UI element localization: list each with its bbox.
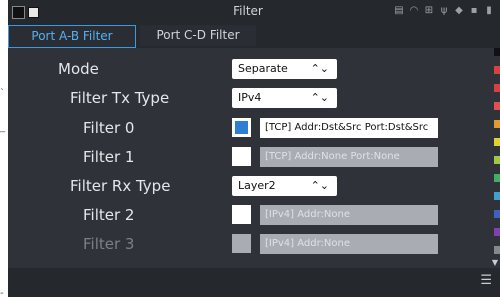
status-icons: ▤ ◠ ⊞ ψ ◆ ▪ ▮ [394, 5, 494, 17]
color-swatch [494, 48, 500, 56]
filter-rx-type-label: Filter Rx Type [70, 177, 171, 195]
margin-mark-2: _ [0, 122, 5, 133]
device-icon: ▤ [394, 5, 404, 16]
color-swatch [494, 66, 500, 74]
color-swatch [494, 102, 500, 110]
color-swatch [494, 84, 500, 92]
color-swatch [494, 138, 500, 146]
filter-3-checkbox [232, 234, 251, 253]
tool-icon: ◆ [455, 5, 463, 16]
color-swatch [494, 174, 500, 182]
filter-3-field: [IPv4] Addr:None [260, 234, 438, 254]
color-swatch [494, 228, 500, 236]
filter-2-checkbox[interactable] [232, 205, 251, 224]
tab-port-c-d-filter[interactable]: Port C-D Filter [140, 25, 256, 46]
save-icon: ▪ [470, 5, 478, 16]
filter-tx-type-label: Filter Tx Type [70, 89, 170, 107]
device-screen: Filter ▤ ◠ ⊞ ψ ◆ ▪ ▮ Port A-B Filter Por… [8, 0, 500, 297]
filter-0-label: Filter 0 [83, 119, 135, 137]
scroll-down-icon[interactable]: ▼ [492, 258, 498, 267]
margin-mark-1: ` [0, 88, 5, 99]
filter-tx-type-select[interactable]: IPv4 ⌃⌄ [232, 88, 337, 108]
filter-1-label: Filter 1 [83, 148, 135, 166]
filter-rx-type-row: Filter Rx Type Layer2 ⌃⌄ [8, 174, 478, 198]
tab-port-a-b-filter[interactable]: Port A-B Filter [8, 25, 136, 48]
menu-icon[interactable]: ☰ [480, 273, 492, 288]
mode-value: Separate [238, 62, 288, 75]
filter-3-label: Filter 3 [83, 235, 135, 253]
color-swatch [494, 120, 500, 128]
bottom-bar: ☰ [8, 268, 500, 297]
wifi-icon: ◠ [409, 5, 419, 16]
filter-rx-type-select[interactable]: Layer2 ⌃⌄ [232, 176, 337, 196]
mode-label: Mode [58, 60, 99, 78]
filter-0-row: Filter 0 [TCP] Addr:Dst&Src Port:Dst&Src [8, 116, 478, 140]
color-swatch [494, 210, 500, 218]
filter-3-row: Filter 3 [IPv4] Addr:None [8, 232, 478, 256]
mode-select[interactable]: Separate ⌃⌄ [232, 59, 337, 79]
filter-tx-type-row: Filter Tx Type IPv4 ⌃⌄ [8, 86, 478, 110]
network-icon: ⊞ [424, 5, 434, 16]
status-bar: Filter ▤ ◠ ⊞ ψ ◆ ▪ ▮ [8, 0, 500, 24]
color-swatch [494, 156, 500, 164]
chevron-updown-icon: ⌃⌄ [310, 179, 329, 192]
filter-1-field: [TCP] Addr:None Port:None [260, 147, 438, 167]
filter-0-field[interactable]: [TCP] Addr:Dst&Src Port:Dst&Src [260, 118, 438, 138]
filter-0-checkbox[interactable] [232, 118, 251, 137]
filter-1-row: Filter 1 [TCP] Addr:None Port:None [8, 145, 478, 169]
color-swatch [494, 192, 500, 200]
tab-bar: Port A-B Filter Port C-D Filter [8, 24, 500, 48]
filter-tx-type-value: IPv4 [238, 91, 262, 104]
chevron-updown-icon: ⌃⌄ [310, 91, 329, 104]
usb-icon: ψ [440, 5, 448, 16]
margin-mark-3: - [0, 288, 4, 299]
filter-2-label: Filter 2 [83, 206, 135, 224]
plug-icon: ▮ [486, 5, 492, 16]
filter-1-checkbox[interactable] [232, 147, 251, 166]
filter-rx-type-value: Layer2 [238, 179, 276, 192]
color-swatch [494, 246, 500, 254]
filter-2-field: [IPv4] Addr:None [260, 205, 438, 225]
mode-row: Mode Separate ⌃⌄ [8, 57, 478, 81]
chevron-updown-icon: ⌃⌄ [310, 62, 329, 75]
color-strip [494, 48, 500, 268]
filter-2-row: Filter 2 [IPv4] Addr:None [8, 203, 478, 227]
